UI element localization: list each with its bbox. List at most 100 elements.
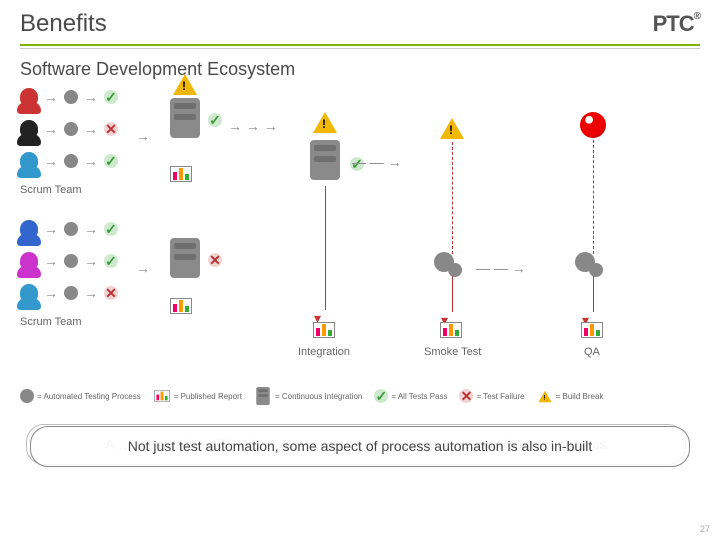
arrow-icon: → [44, 253, 58, 269]
person-icon [20, 120, 38, 138]
gear-icon [64, 154, 78, 168]
check-icon: ✓ [104, 222, 118, 236]
cross-icon: ✕ [104, 286, 118, 300]
legend-text: = Build Break [556, 392, 604, 401]
legend-broken: = Build Break [537, 392, 604, 401]
report-icon [313, 322, 335, 343]
gear-icon [448, 263, 462, 277]
gear-icon [589, 263, 603, 277]
check-icon: ✓ [104, 90, 118, 104]
warning-icon [313, 112, 337, 133]
arrow-icon: → [136, 260, 150, 276]
gear-icon [64, 90, 78, 104]
flow-line [593, 140, 594, 254]
arrow-icon: → [44, 153, 58, 169]
legend-fail: ✕= Test Failure [459, 389, 524, 403]
arrow-icon: → [84, 153, 98, 169]
gear-icon [64, 254, 78, 268]
team-label: Scrum Team [20, 184, 82, 196]
chart-icon [170, 298, 192, 314]
chart-icon [170, 166, 192, 182]
arrow-icon: → [44, 221, 58, 237]
page-title: Benefits [20, 10, 107, 38]
server-icon [170, 238, 200, 278]
arrow-icon: → [84, 221, 98, 237]
check-icon: ✓ [208, 113, 222, 127]
stage-label-integration: Integration [298, 346, 350, 358]
bug-icon [580, 112, 606, 143]
scrum-team-1: →→✓ →→✕ →→✓ Scrum Team [20, 88, 118, 184]
logo: PTC® [653, 11, 700, 37]
arrow-icon: → [136, 128, 150, 144]
callout-stack: A … automation will help … play a role a… [30, 426, 690, 467]
flow-line [325, 186, 326, 310]
person-icon [20, 220, 38, 238]
check-icon: ✓ [374, 389, 388, 403]
flow-line [452, 276, 453, 312]
warning-icon [173, 74, 197, 95]
server-icon [256, 387, 270, 405]
diagram: → → ✓ → → ✕ → → ✓ Scrum Team → ✓ → → ✓ → → ✓ → → ✕ S… [20, 88, 700, 408]
check-icon: ✓ [104, 154, 118, 168]
legend-text: = Test Failure [476, 392, 524, 401]
chart-icon [313, 322, 335, 338]
arrow-icon: → [84, 121, 98, 137]
flow-line [452, 142, 453, 254]
ci-server-icon [170, 238, 200, 283]
gear-icon [64, 122, 78, 136]
pass-icon: ✓ [208, 112, 222, 130]
check-icon: ✓ [104, 254, 118, 268]
warning-icon [538, 390, 551, 402]
integration-server [310, 140, 340, 185]
legend-text: = Published Report [174, 392, 242, 401]
logo-text: PTC [653, 11, 694, 36]
legend: = Automated Testing Process = Published … [20, 386, 603, 406]
gear-icon [20, 389, 34, 403]
report-icon [170, 166, 192, 187]
arrow-icon: → [84, 285, 98, 301]
legend-text: = All Tests Pass [391, 392, 447, 401]
legend-ci: = Continuous Integration [254, 386, 362, 406]
team-label: Scrum Team [20, 316, 82, 328]
legend-pass: ✓= All Tests Pass [374, 389, 447, 403]
warning-icon [440, 118, 464, 144]
cross-icon: ✕ [459, 389, 473, 403]
gear-icon [64, 222, 78, 236]
legend-automated: = Automated Testing Process [20, 389, 141, 403]
server-icon [310, 140, 340, 180]
legend-report: = Published Report [153, 390, 242, 402]
cross-icon: ✕ [104, 122, 118, 136]
chart-icon [581, 322, 603, 338]
divider [20, 48, 700, 49]
legend-text: = Automated Testing Process [37, 392, 141, 401]
smoke-gear [434, 252, 462, 277]
page-number: 27 [700, 524, 710, 534]
arrow-icon: → [44, 89, 58, 105]
stage-label-smoke: Smoke Test [424, 346, 481, 358]
ci-server-icon [170, 98, 200, 143]
server-icon [170, 98, 200, 138]
report-icon [170, 298, 192, 319]
arrow-icon: → [44, 285, 58, 301]
person-icon [20, 252, 38, 270]
chart-icon [154, 390, 169, 401]
arrow-icon: → [84, 253, 98, 269]
subtitle: Software Development Ecosystem [20, 59, 700, 80]
gear-icon [64, 286, 78, 300]
report-icon [581, 322, 603, 343]
arrow-icon: → [84, 89, 98, 105]
logo-mark: ® [694, 11, 700, 22]
chart-icon [440, 322, 462, 338]
flow-line [593, 276, 594, 312]
stage-label-qa: QA [584, 346, 600, 358]
person-icon [20, 284, 38, 302]
arrow-icon: — — → [352, 154, 402, 170]
arrow-icon: → → → [228, 118, 278, 134]
report-icon [440, 322, 462, 343]
cross-icon: ✕ [208, 253, 222, 267]
legend-text: = Continuous Integration [275, 392, 362, 401]
divider-accent [20, 44, 700, 46]
callout-front: Not just test automation, some aspect of… [30, 426, 690, 467]
arrow-icon: — — → [476, 260, 526, 276]
person-icon [20, 152, 38, 170]
